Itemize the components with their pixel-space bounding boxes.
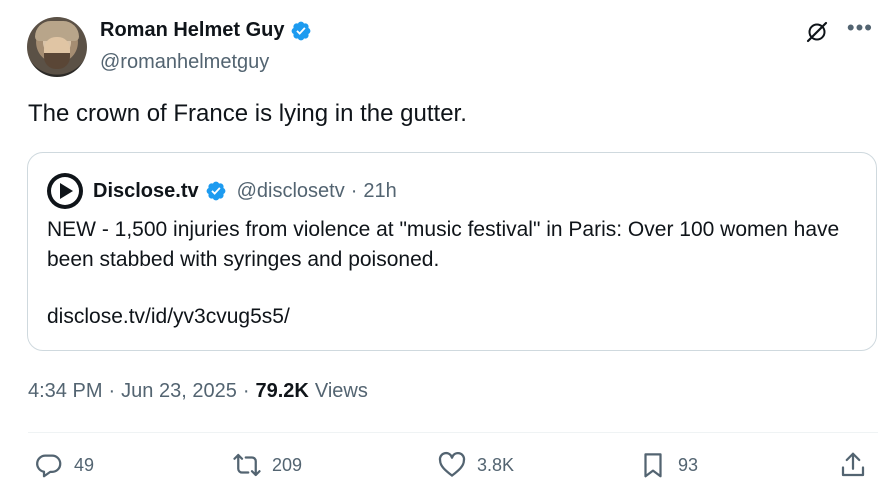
views-label: Views (314, 380, 368, 402)
grok-icon[interactable] (805, 20, 829, 44)
author-avatar[interactable] (27, 17, 87, 77)
like-count: 3.8K (477, 454, 515, 475)
quoted-verified-badge-icon[interactable] (205, 180, 227, 202)
share-button[interactable] (838, 450, 868, 480)
quoted-tweet-card[interactable]: Disclose.tv @disclosetv · 21h NEW - 1,50… (27, 152, 877, 351)
tweet-top-actions: ••• (805, 17, 873, 44)
avatar-beard (44, 53, 70, 69)
tweet-text: The crown of France is lying in the gutt… (28, 100, 467, 127)
author-name-row: Roman Helmet Guy (100, 19, 312, 42)
more-options-icon[interactable]: ••• (847, 17, 873, 39)
reply-icon (36, 454, 62, 478)
logo-play-triangle (60, 183, 73, 199)
bookmark-icon (644, 453, 662, 478)
quoted-tweet-header: Disclose.tv @disclosetv · 21h (47, 173, 397, 209)
quoted-tweet-link[interactable]: disclose.tv/id/yv3cvug5s5/ (47, 305, 290, 329)
disclose-logo-icon[interactable] (47, 173, 83, 209)
views-count[interactable]: 79.2K (255, 380, 308, 403)
meta-dot: · (242, 380, 250, 402)
quoted-display-name[interactable]: Disclose.tv (93, 180, 199, 203)
reply-count: 49 (74, 454, 95, 475)
quoted-tweet-body: NEW - 1,500 injuries from violence at "m… (47, 218, 840, 271)
heart-icon (438, 451, 466, 477)
share-icon (841, 452, 865, 477)
bookmark-count: 93 (678, 454, 699, 475)
repost-count: 209 (272, 454, 303, 475)
repost-icon (233, 453, 261, 477)
quoted-separator: · (350, 179, 358, 202)
quoted-timestamp[interactable]: 21h (363, 180, 396, 203)
like-button[interactable]: 3.8K (437, 450, 514, 480)
meta-dot: · (108, 380, 116, 402)
tweet-meta: 4:34 PM · Jun 23, 2025 · 79.2K Views (28, 380, 368, 403)
tweet-action-bar: 49 209 3.8K 93 (0, 450, 891, 486)
reply-button[interactable]: 49 (34, 450, 94, 480)
author-display-name[interactable]: Roman Helmet Guy (100, 19, 284, 42)
bookmark-button[interactable]: 93 (638, 450, 698, 480)
tweet-time[interactable]: 4:34 PM (28, 380, 102, 403)
verified-badge-icon[interactable] (290, 20, 312, 42)
author-handle[interactable]: @romanhelmetguy (100, 51, 269, 74)
repost-button[interactable]: 209 (232, 450, 302, 480)
tweet-date[interactable]: Jun 23, 2025 (121, 380, 237, 403)
quoted-handle[interactable]: @disclosetv (237, 180, 345, 203)
divider (28, 432, 878, 433)
